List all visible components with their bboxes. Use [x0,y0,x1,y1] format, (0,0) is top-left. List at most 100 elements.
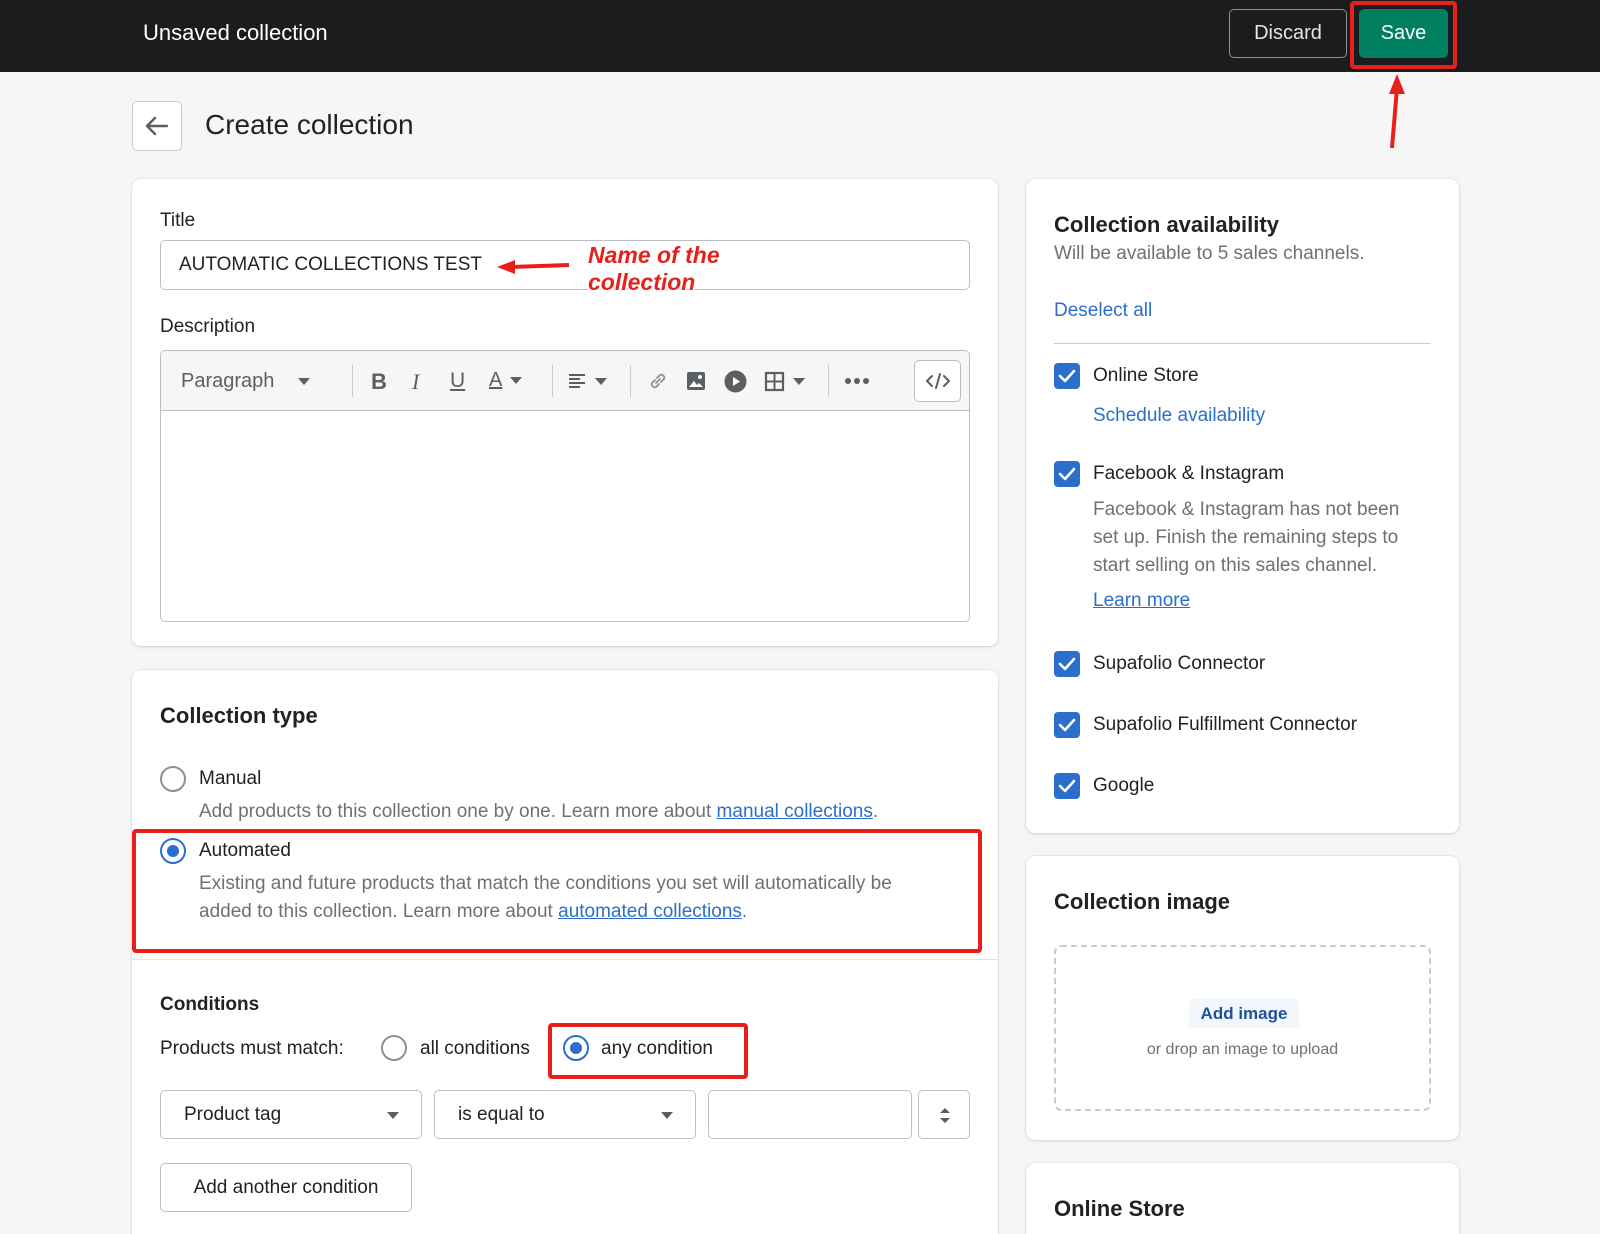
checkmark-icon [1058,657,1076,671]
paragraph-select[interactable]: Paragraph [181,370,311,393]
topbar-title: Unsaved collection [143,20,328,45]
manual-collections-link[interactable]: manual collections [717,801,873,822]
description-text-area[interactable] [161,411,969,621]
supafolio-fulfillment-checkbox[interactable] [1054,712,1080,738]
add-condition-button[interactable]: Add another condition [160,1163,412,1212]
facebook-instagram-checkbox[interactable] [1054,461,1080,487]
details-card: Title AUTOMATIC COLLECTIONS TEST Descrip… [132,179,998,646]
availability-card: Collection availability Will be availabl… [1026,179,1459,833]
chevron-down-icon [387,1112,399,1119]
all-conditions-radio[interactable] [381,1035,407,1061]
description-editor: Paragraph B I U A [160,350,970,622]
chevron-down-icon [661,1112,673,1119]
image-icon[interactable] [685,370,707,392]
paragraph-label: Paragraph [181,370,275,392]
condition-stepper[interactable] [918,1090,970,1139]
schedule-availability-link[interactable]: Schedule availability [1093,405,1265,427]
add-image-button[interactable]: Add image [1189,999,1299,1028]
chevron-down-icon [793,378,805,385]
channel-name: Google [1093,775,1155,796]
title-label: Title [160,210,196,231]
condition-operator-select[interactable]: is equal to [434,1090,696,1139]
setup-note-line: Facebook & Instagram has not been [1093,499,1400,520]
online-store-heading: Online Store [1054,1196,1185,1221]
toolbar-divider [630,365,631,397]
text-color-button[interactable]: A [489,369,523,392]
channel-name: Supafolio Connector [1093,653,1266,674]
online-store-checkbox[interactable] [1054,363,1080,389]
availability-subtitle: Will be available to 5 sales channels. [1054,243,1365,264]
checkmark-icon [1058,467,1076,481]
toolbar-divider [352,365,353,397]
title-annotation: Name of the collection [588,242,720,296]
availability-divider [1054,343,1431,344]
availability-heading: Collection availability [1054,212,1279,237]
setup-note-line: start selling on this sales channel. [1093,555,1378,576]
sort-arrows-icon [940,1108,950,1123]
annotation-arrow-up-icon [1389,74,1405,149]
setup-note-line: set up. Finish the remaining steps to [1093,527,1399,548]
chevron-down-icon [595,377,607,385]
underline-icon[interactable]: U [450,369,465,393]
checkmark-icon [1058,369,1076,383]
back-button[interactable] [132,101,182,151]
any-condition-highlight-box [548,1023,748,1079]
google-checkbox[interactable] [1054,773,1080,799]
deselect-all-link[interactable]: Deselect all [1054,300,1152,322]
channel-name: Supafolio Fulfillment Connector [1093,714,1358,735]
all-conditions-label: all conditions [420,1038,530,1059]
match-label: Products must match: [160,1038,344,1059]
period-text: . [872,801,879,822]
image-dropzone[interactable]: Add image or drop an image to upload [1054,945,1431,1111]
title-annotation-line: Name of the [588,242,720,268]
collection-type-heading: Collection type [160,703,318,728]
align-left-icon [569,374,585,388]
bold-icon[interactable]: B [371,369,387,395]
chevron-down-icon [510,377,523,384]
italic-icon[interactable]: I [412,369,419,395]
condition-field-select[interactable]: Product tag [160,1090,422,1139]
arrow-left-icon [145,116,169,136]
automated-highlight-box [132,829,982,953]
editor-toolbar: Paragraph B I U A [161,351,969,411]
align-button[interactable] [567,371,607,391]
manual-description: Add products to this collection one by o… [199,798,878,826]
title-annotation-line: collection [588,269,696,295]
checkmark-icon [1058,779,1076,793]
more-horizontal-icon[interactable] [844,377,870,385]
html-source-button[interactable] [914,360,961,402]
learn-more-link[interactable]: Learn more [1093,590,1190,612]
link-icon[interactable] [647,370,669,392]
manual-radio[interactable] [160,766,186,792]
conditions-heading: Conditions [160,994,260,1015]
condition-value-input[interactable] [708,1090,912,1139]
chevron-down-icon [298,378,311,385]
channel-name: Facebook & Instagram [1093,463,1285,484]
code-icon [925,373,950,389]
channel-name: Online Store [1093,365,1199,386]
toolbar-divider [552,365,553,397]
table-button[interactable] [764,371,805,392]
discard-button[interactable]: Discard [1229,9,1347,58]
section-divider [132,959,998,960]
online-store-card: Online Store [1026,1163,1459,1234]
manual-description-text: Add products to this collection one by o… [199,801,717,822]
toolbar-divider [828,365,829,397]
video-play-icon[interactable] [724,370,747,393]
collection-image-heading: Collection image [1054,889,1231,914]
table-icon [764,371,785,392]
text-color-icon: A [489,369,503,391]
condition-field-value: Product tag [184,1103,282,1125]
annotation-arrow-left-icon [497,260,570,274]
manual-label: Manual [199,768,262,789]
condition-operator-value: is equal to [458,1103,545,1125]
facebook-setup-note: Facebook & Instagram has not been set up… [1093,496,1399,580]
drop-hint: or drop an image to upload [1146,1041,1339,1058]
checkmark-icon [1058,718,1076,732]
page-title: Create collection [205,109,414,140]
description-label: Description [160,316,256,337]
supafolio-connector-checkbox[interactable] [1054,651,1080,677]
title-input-value: AUTOMATIC COLLECTIONS TEST [179,254,482,275]
collection-image-card: Collection image Add image or drop an im… [1026,856,1459,1140]
save-highlight-box [1350,1,1457,69]
